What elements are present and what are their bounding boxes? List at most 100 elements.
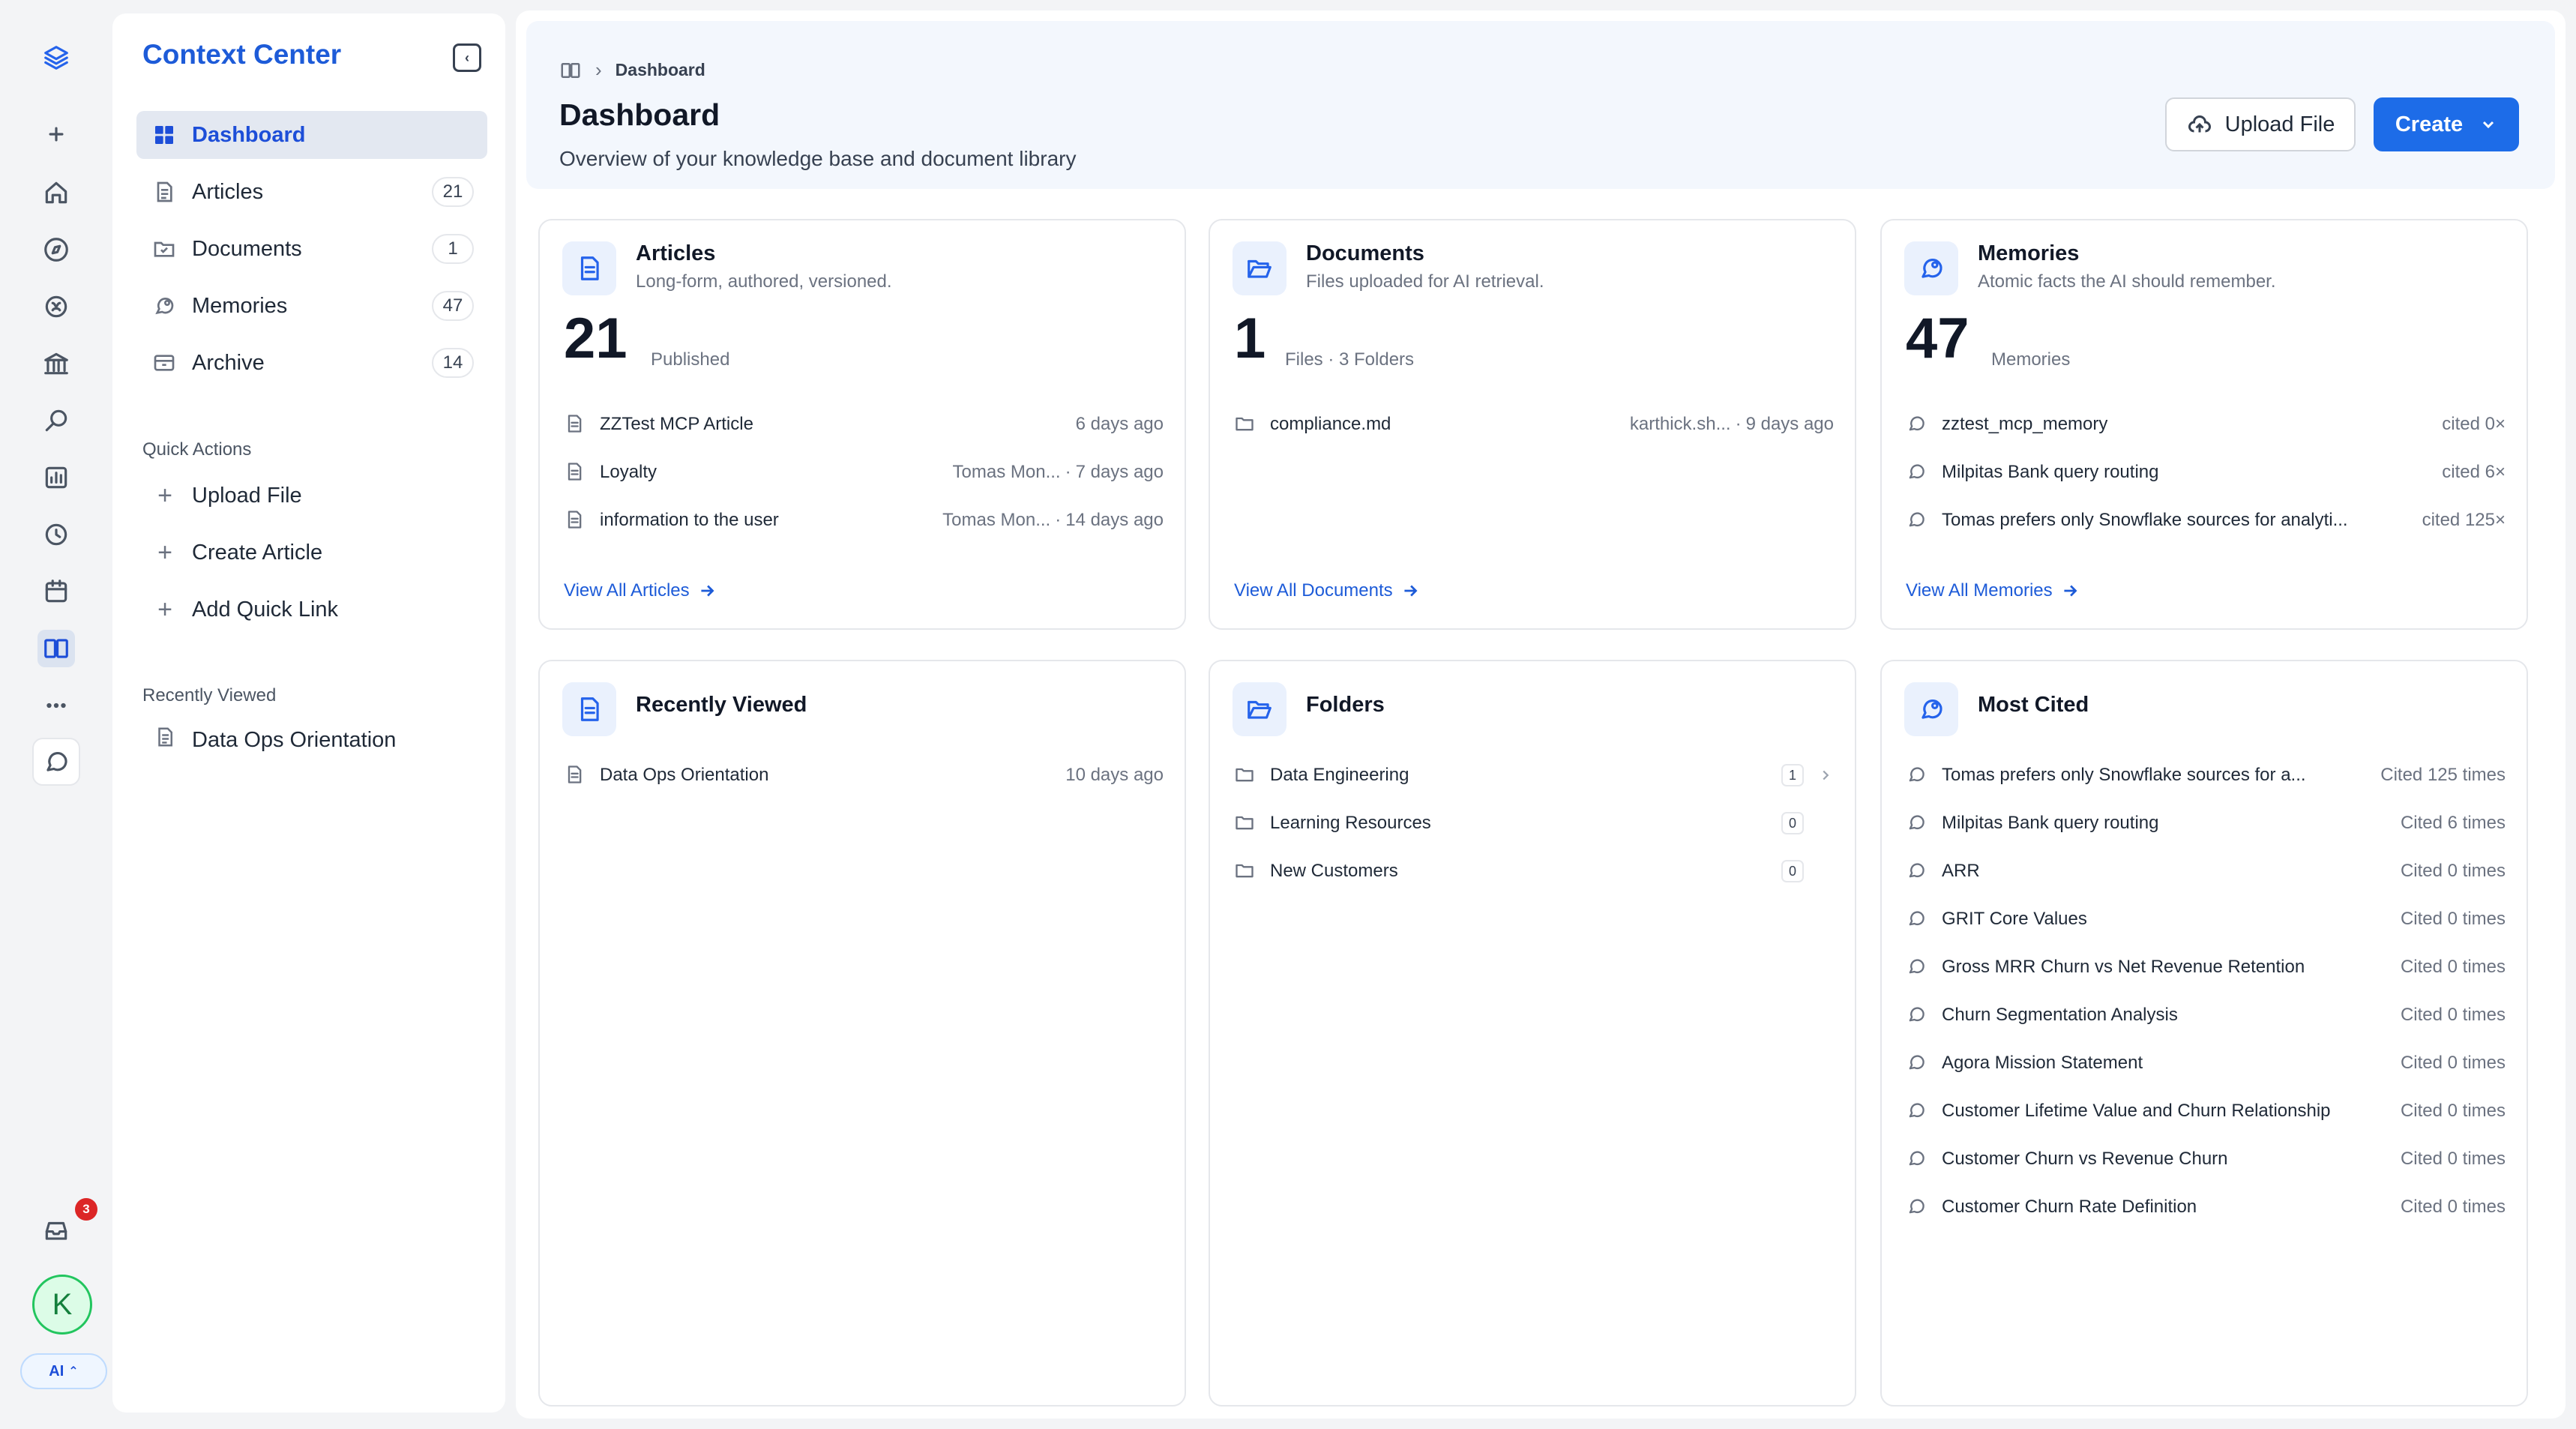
memory-icon <box>1906 860 1928 882</box>
memory-icon <box>1906 908 1928 930</box>
breadcrumb-current: Dashboard <box>615 60 705 79</box>
archive-icon <box>151 350 177 376</box>
item-author: Tomas Mon... <box>942 510 1051 530</box>
folder-icon <box>1234 764 1257 786</box>
list-item[interactable]: zztest_mcp_memory cited 0× <box>1906 409 2506 439</box>
ai-toggle[interactable]: AI ⌃ <box>20 1353 107 1389</box>
list-item[interactable]: Milpitas Bank query routing Cited 6 time… <box>1906 808 2506 838</box>
recent-item-label: Data Ops Orientation <box>192 728 397 752</box>
view-all-memories-link[interactable]: View All Memories <box>1906 580 2080 601</box>
view-all-documents-link[interactable]: View All Documents <box>1234 580 1420 601</box>
card-title: Folders <box>1306 693 1385 717</box>
view-all-label: View All Memories <box>1906 580 2053 601</box>
item-name: Customer Churn Rate Definition <box>1942 1197 2197 1217</box>
document-icon <box>564 461 586 484</box>
brain-icon[interactable] <box>37 288 75 325</box>
calendar-icon[interactable] <box>37 573 75 610</box>
folder-row[interactable]: New Customers 0 <box>1234 856 1834 886</box>
page-title: Dashboard <box>559 97 720 132</box>
chevron-right-icon[interactable] <box>1817 767 1834 783</box>
sidebar-item-articles[interactable]: Articles 21 <box>136 168 487 216</box>
memory-icon <box>1906 812 1928 834</box>
sidebar-item-documents[interactable]: Documents 1 <box>136 225 487 273</box>
view-all-articles-link[interactable]: View All Articles <box>564 580 717 601</box>
create-button[interactable]: Create <box>2374 97 2519 151</box>
notification-badge: 3 <box>75 1198 97 1221</box>
inbox-icon[interactable] <box>37 1212 75 1249</box>
list-item[interactable]: Customer Lifetime Value and Churn Relati… <box>1906 1096 2506 1126</box>
page-header: › Dashboard Dashboard Overview of your k… <box>526 21 2555 189</box>
list-item[interactable]: Customer Churn vs Revenue Churn Cited 0 … <box>1906 1144 2506 1174</box>
list-item[interactable]: Data Ops Orientation 10 days ago <box>564 760 1164 790</box>
sidebar-item-label: Memories <box>192 293 288 318</box>
recent-item[interactable]: Data Ops Orientation <box>151 726 396 755</box>
list-item[interactable]: Gross MRR Churn vs Net Revenue Retention… <box>1906 952 2506 982</box>
more-icon[interactable] <box>37 687 75 724</box>
item-name: Milpitas Bank query routing <box>1942 462 2159 482</box>
articles-count: 21 <box>564 307 628 370</box>
list-item[interactable]: Agora Mission Statement Cited 0 times <box>1906 1048 2506 1078</box>
folder-name: Learning Resources <box>1270 813 1431 833</box>
logo-icon[interactable] <box>37 39 75 76</box>
folder-name: New Customers <box>1270 861 1398 881</box>
folder-row[interactable]: Data Engineering 1 <box>1234 760 1834 790</box>
bank-icon[interactable] <box>37 345 75 382</box>
history-icon[interactable] <box>37 516 75 553</box>
sidebar-item-label: Dashboard <box>192 122 306 147</box>
memory-icon <box>1906 1148 1928 1170</box>
folder-row[interactable]: Learning Resources 0 <box>1234 808 1834 838</box>
card-title: Most Cited <box>1978 693 2089 717</box>
list-item[interactable]: Customer Churn Rate Definition Cited 0 t… <box>1906 1192 2506 1222</box>
item-time: 14 days ago <box>1065 510 1164 530</box>
collapse-sidebar-icon[interactable]: ‹ <box>453 43 481 72</box>
chevron-down-icon <box>2483 121 2494 129</box>
home-icon[interactable] <box>37 174 75 211</box>
list-item[interactable]: Churn Segmentation Analysis Cited 0 time… <box>1906 1000 2506 1030</box>
chart-icon[interactable] <box>37 459 75 496</box>
folder-open-icon <box>1233 241 1287 295</box>
item-name: Tomas prefers only Snowflake sources for… <box>1942 765 2306 785</box>
list-item[interactable]: compliance.md karthick.sh... · 9 days ag… <box>1234 409 1834 439</box>
search-analytics-icon[interactable] <box>37 402 75 439</box>
item-name: ARR <box>1942 861 1980 881</box>
quick-action-add-quick-link[interactable]: + Add Quick Link <box>151 595 338 625</box>
item-time: 7 days ago <box>1075 462 1164 482</box>
plus-icon: + <box>157 538 172 567</box>
quick-action-label: Add Quick Link <box>192 598 339 622</box>
list-item[interactable]: ZZTest MCP Article 6 days ago <box>564 409 1164 439</box>
documents-count-label: Files · 3 Folders <box>1285 349 1415 370</box>
memory-icon <box>1906 461 1928 484</box>
memory-icon <box>1906 1100 1928 1122</box>
item-author: Tomas Mon... <box>952 462 1061 482</box>
sidebar-item-memories[interactable]: Memories 47 <box>136 282 487 330</box>
count-badge: 1 <box>432 234 474 264</box>
item-time: 10 days ago <box>1065 765 1164 785</box>
item-name: information to the user <box>600 510 779 530</box>
item-name: Customer Lifetime Value and Churn Relati… <box>1942 1101 2331 1121</box>
item-name: Data Ops Orientation <box>600 765 769 785</box>
quick-action-create-article[interactable]: + Create Article <box>151 538 322 568</box>
compass-icon[interactable] <box>37 231 75 268</box>
list-item[interactable]: Tomas prefers only Snowflake sources for… <box>1906 505 2506 535</box>
new-icon[interactable] <box>37 115 75 153</box>
list-item[interactable]: Loyalty Tomas Mon... · 7 days ago <box>564 457 1164 487</box>
quick-action-upload-file[interactable]: + Upload File <box>151 481 302 511</box>
document-icon <box>151 179 177 205</box>
memory-icon <box>1906 764 1928 786</box>
folders-card: Folders Data Engineering 1 Learning Reso… <box>1209 660 1856 1407</box>
list-item[interactable]: GRIT Core Values Cited 0 times <box>1906 904 2506 934</box>
sidebar-item-archive[interactable]: Archive 14 <box>136 339 487 387</box>
upload-file-button[interactable]: Upload File <box>2165 97 2356 151</box>
list-item[interactable]: information to the user Tomas Mon... · 1… <box>564 505 1164 535</box>
context-center-icon[interactable] <box>37 630 75 667</box>
list-item[interactable]: Milpitas Bank query routing cited 6× <box>1906 457 2506 487</box>
list-item[interactable]: ARR Cited 0 times <box>1906 856 2506 886</box>
sidebar-item-dashboard[interactable]: Dashboard <box>136 111 487 159</box>
item-cited: cited 125× <box>2422 510 2506 530</box>
item-cited: Cited 0 times <box>2400 861 2506 881</box>
list-item[interactable]: Tomas prefers only Snowflake sources for… <box>1906 760 2506 790</box>
avatar[interactable]: K <box>32 1275 92 1335</box>
grid-icon <box>151 122 177 148</box>
card-description: Long-form, authored, versioned. <box>636 271 892 292</box>
chat-icon[interactable] <box>32 738 80 786</box>
